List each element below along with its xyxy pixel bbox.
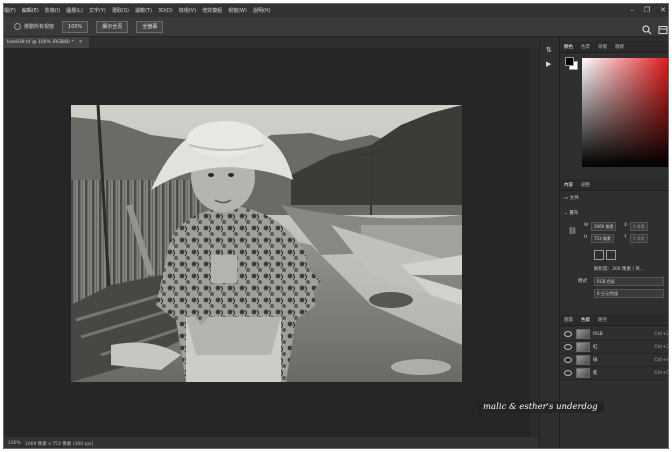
window-minimize-icon[interactable]: – [630,4,634,17]
window-close-icon[interactable]: ✕ [660,4,666,17]
status-document-info: 1069 像素 x 753 像素 (300 ppi) [24,441,94,447]
play-action-icon[interactable]: ▶ [546,60,551,68]
channel-name: 綠 [593,358,598,363]
photo-child-with-hat [71,105,462,382]
channel-row[interactable]: RGB Ctrl+2 [560,328,669,341]
visibility-eye-icon[interactable] [564,357,572,363]
scroll-all-windows-label: 捲動所有視窗 [24,24,55,30]
color-picker-field[interactable] [582,58,668,167]
channel-row[interactable]: 綠 Ctrl+4 [560,354,669,367]
photoshop-window: 檔(F) 編輯(E) 影像(I) 圖層(L) 文字(Y) 選取(S) 濾鏡(T)… [3,3,669,449]
height-label: H [584,235,588,240]
menu-filter[interactable]: 濾鏡(T) [135,7,152,14]
menu-edit[interactable]: 編輯(E) [22,7,39,14]
menu-3d[interactable]: 3D(D) [158,8,173,14]
tab-paths[interactable]: 路徑 [598,317,607,323]
x-field[interactable]: 0 像素 [630,222,648,231]
channel-name: 紅 [593,345,598,350]
properties-panel-tabs: 內容 調整 [560,179,668,191]
document-tab-title: kids039.tif @ 100% (RGB/8) * [7,40,74,45]
tab-patterns[interactable]: 圖樣 [615,44,624,50]
channel-thumbnail [576,368,590,378]
menu-file[interactable]: 檔(F) [4,7,16,14]
fill-screen-button[interactable]: 全螢幕 [136,20,164,33]
orientation-portrait-icon[interactable] [594,250,604,260]
channel-name: 藍 [593,371,598,376]
menu-view[interactable]: 檢視(V) [179,7,196,14]
watermark: malic & esther's underdog [477,401,604,413]
status-bar: 100% 1069 像素 x 753 像素 (300 ppi) [4,437,539,448]
document-tab-bar: kids039.tif @ 100% (RGB/8) * × [4,37,539,48]
menu-image[interactable]: 影像(I) [45,7,60,14]
channel-thumbnail [576,329,590,339]
tab-layers[interactable]: 圖層 [564,317,573,323]
document-tab[interactable]: kids039.tif @ 100% (RGB/8) * × [4,37,89,48]
menu-bar: 檔(F) 編輯(E) 影像(I) 圖層(L) 文字(Y) 選取(S) 濾鏡(T)… [4,4,668,17]
width-field[interactable]: 1069 像素 [591,222,617,231]
y-field[interactable]: 0 像素 [630,234,648,243]
channel-thumbnail [576,355,590,365]
tab-gradients[interactable]: 漸層 [598,44,607,50]
channel-thumbnail [576,342,590,352]
document-icon: ▭ [564,196,569,201]
tab-channels[interactable]: 色版 [581,317,590,323]
resolution-text: 解析度：300 像素 / 英... [594,267,645,272]
color-panel-tabs: 顏色 色票 漸層 圖樣 [560,41,668,53]
orientation-landscape-icon[interactable] [606,250,616,260]
channel-row[interactable]: 藍 Ctrl+5 [560,367,669,380]
y-label: Y [624,235,627,240]
channel-name: RGB [593,331,603,337]
tab-swatches[interactable]: 色票 [581,44,590,50]
chevron-down-icon: ⌄ [564,211,568,216]
menu-help[interactable]: 說明(H) [253,7,271,14]
options-bar: 捲動所有視窗 100% 顯示全頁 全螢幕 [4,17,668,37]
menu-window[interactable]: 視窗(W) [228,7,247,14]
channel-shortcut: Ctrl+3 [654,344,669,350]
tab-adjustments[interactable]: 調整 [581,182,590,188]
visibility-eye-icon[interactable] [564,370,572,376]
visibility-eye-icon[interactable] [564,344,572,350]
height-field[interactable]: 753 像素 [591,234,614,243]
menu-layer[interactable]: 圖層(L) [66,7,83,14]
collapsed-panel-dock: ⇅ ▶ [539,37,559,448]
tab-properties[interactable]: 內容 [564,182,573,188]
channels-panel-tabs: 圖層 色版 路徑 [560,314,668,326]
menu-plugins[interactable]: 增效模組 [202,7,222,14]
fit-screen-button[interactable]: 顯示全頁 [96,20,129,33]
zoom-value-field[interactable]: 100% [62,20,89,33]
channel-shortcut: Ctrl+2 [654,331,669,337]
bit-depth-select[interactable]: 8 位元/色版 [594,289,664,298]
foreground-color-swatch[interactable] [565,57,574,66]
scroll-all-windows-checkbox[interactable] [14,23,21,30]
channel-shortcut: Ctrl+4 [654,357,669,363]
document-properties-row: ▭ 文件 [564,195,579,201]
canvas-area[interactable] [4,48,531,437]
tab-color[interactable]: 顏色 [564,44,573,50]
status-zoom[interactable]: 100% [8,441,21,446]
menu-type[interactable]: 文字(Y) [89,7,106,14]
window-controls: – ❐ ✕ [630,4,666,17]
link-icon[interactable]: ⛓ [568,227,577,235]
width-label: W [584,223,589,228]
close-icon[interactable]: × [79,39,83,45]
right-panels: 顏色 色票 漸層 圖樣 內容 調整 ▭ 文件 ⌄ 畫布 W 1069 像素 X … [559,37,669,448]
window-restore-icon[interactable]: ❐ [644,4,650,17]
x-label: X [624,223,628,228]
document-label: 文件 [569,196,579,201]
canvas-heading[interactable]: ⌄ 畫布 [564,210,578,216]
channel-row[interactable]: 紅 Ctrl+3 [560,341,669,354]
channel-shortcut: Ctrl+5 [654,370,669,376]
color-mode-select[interactable]: RGB 色彩 [594,277,664,286]
menu-select[interactable]: 選取(S) [112,7,129,14]
canvas-heading-label: 畫布 [569,211,579,216]
history-icon[interactable]: ⇅ [546,46,552,54]
mode-label: 模式 [578,279,587,284]
visibility-eye-icon[interactable] [564,331,572,337]
